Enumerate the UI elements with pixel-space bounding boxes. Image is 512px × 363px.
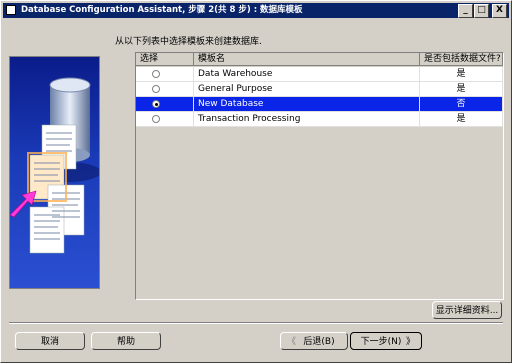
back-label: 后退(B): [303, 337, 335, 347]
instruction-text: 从以下列表中选择模板来创建数据库.: [115, 37, 262, 47]
column-header-select[interactable]: 选择: [136, 53, 194, 66]
includes-datafiles: 是: [420, 112, 503, 127]
title-bar: Database Configuration Assistant, 步骤 2(共…: [3, 3, 509, 18]
help-button[interactable]: 帮助: [91, 332, 161, 350]
radio-new-database[interactable]: [152, 100, 160, 108]
database-illustration: [9, 56, 100, 289]
back-button[interactable]: 《 后退(B): [280, 332, 348, 350]
database-documents-icon: [10, 77, 99, 254]
minimize-button[interactable]: _: [458, 4, 473, 18]
template-table: 选择 模板名 是否包括数据文件? Data Warehouse 是 Genera…: [135, 52, 504, 300]
table-row[interactable]: General Purpose 是: [136, 82, 503, 97]
show-details-button[interactable]: 显示详细资料...: [432, 301, 502, 319]
template-name: General Purpose: [194, 82, 420, 97]
dca-window: Database Configuration Assistant, 步骤 2(共…: [0, 0, 512, 363]
table-header: 选择 模板名 是否包括数据文件?: [136, 53, 503, 67]
template-name: Data Warehouse: [194, 67, 420, 82]
next-button[interactable]: 下一步(N) 》: [350, 332, 422, 350]
template-name: Transaction Processing: [194, 112, 420, 127]
footer-separator: [9, 322, 503, 324]
close-button[interactable]: X: [492, 4, 507, 18]
chevron-right-icon: 》: [405, 337, 415, 347]
table-row[interactable]: Data Warehouse 是: [136, 67, 503, 82]
app-icon: [6, 4, 16, 15]
cancel-button[interactable]: 取消: [15, 332, 85, 350]
window-title: Database Configuration Assistant, 步骤 2(共…: [20, 5, 303, 15]
radio-data-warehouse[interactable]: [152, 70, 160, 78]
includes-datafiles: 是: [420, 67, 503, 82]
radio-general-purpose[interactable]: [152, 85, 160, 93]
chevron-left-icon: 《: [287, 337, 297, 347]
template-name: New Database: [194, 97, 420, 112]
column-header-template-name[interactable]: 模板名: [194, 53, 420, 66]
radio-transaction-processing[interactable]: [152, 115, 160, 123]
maximize-button[interactable]: □: [474, 4, 489, 18]
table-row-selected[interactable]: New Database 否: [136, 97, 503, 112]
next-label: 下一步(N): [360, 337, 402, 347]
includes-datafiles: 否: [420, 97, 503, 112]
column-header-includes-datafiles[interactable]: 是否包括数据文件?: [420, 53, 503, 66]
table-row[interactable]: Transaction Processing 是: [136, 112, 503, 127]
includes-datafiles: 是: [420, 82, 503, 97]
